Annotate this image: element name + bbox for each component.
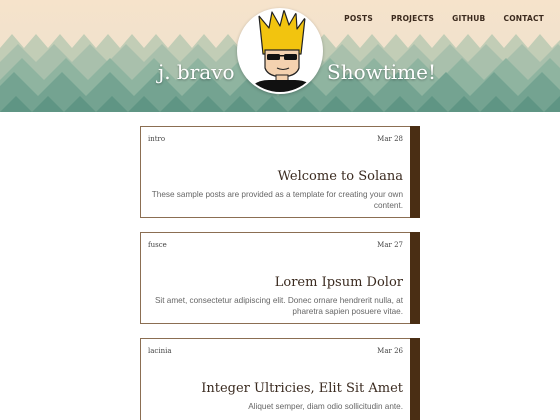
nav-projects[interactable]: PROJECTS (391, 14, 434, 23)
post-date: Mar 27 (377, 241, 403, 249)
post-title[interactable]: Integer Ultricies, Elit Sit Amet (201, 381, 403, 396)
site-header: POSTS PROJECTS GITHUB CONTACT j. bravo S… (0, 0, 560, 112)
nav-posts[interactable]: POSTS (344, 14, 373, 23)
post-excerpt: These sample posts are provided as a tem… (151, 190, 403, 210)
post-date: Mar 28 (377, 135, 403, 143)
post-title[interactable]: Lorem Ipsum Dolor (275, 275, 403, 290)
nav-contact[interactable]: CONTACT (503, 14, 544, 23)
post-tag[interactable]: fusce (148, 241, 167, 249)
post-excerpt: Sit amet, consectetur adipiscing elit. D… (154, 296, 403, 316)
brand-name-right[interactable]: Showtime! (327, 60, 436, 84)
nav-github[interactable]: GITHUB (452, 14, 485, 23)
post-date: Mar 26 (377, 347, 403, 355)
post-card[interactable]: fusce Mar 27 Lorem Ipsum Dolor Sit amet,… (140, 232, 420, 324)
post-excerpt: Aliquet semper, diam odio sollicitudin a… (248, 402, 403, 411)
post-card[interactable]: intro Mar 28 Welcome to Solana These sam… (140, 126, 420, 218)
cartoon-avatar-icon[interactable] (237, 8, 323, 94)
brand-name-left[interactable]: j. bravo (158, 60, 235, 84)
main-nav: POSTS PROJECTS GITHUB CONTACT (344, 14, 544, 23)
post-title[interactable]: Welcome to Solana (278, 169, 403, 184)
post-tag[interactable]: lacinia (148, 347, 172, 355)
post-tag[interactable]: intro (148, 135, 165, 143)
post-card[interactable]: lacinia Mar 26 Integer Ultricies, Elit S… (140, 338, 420, 420)
